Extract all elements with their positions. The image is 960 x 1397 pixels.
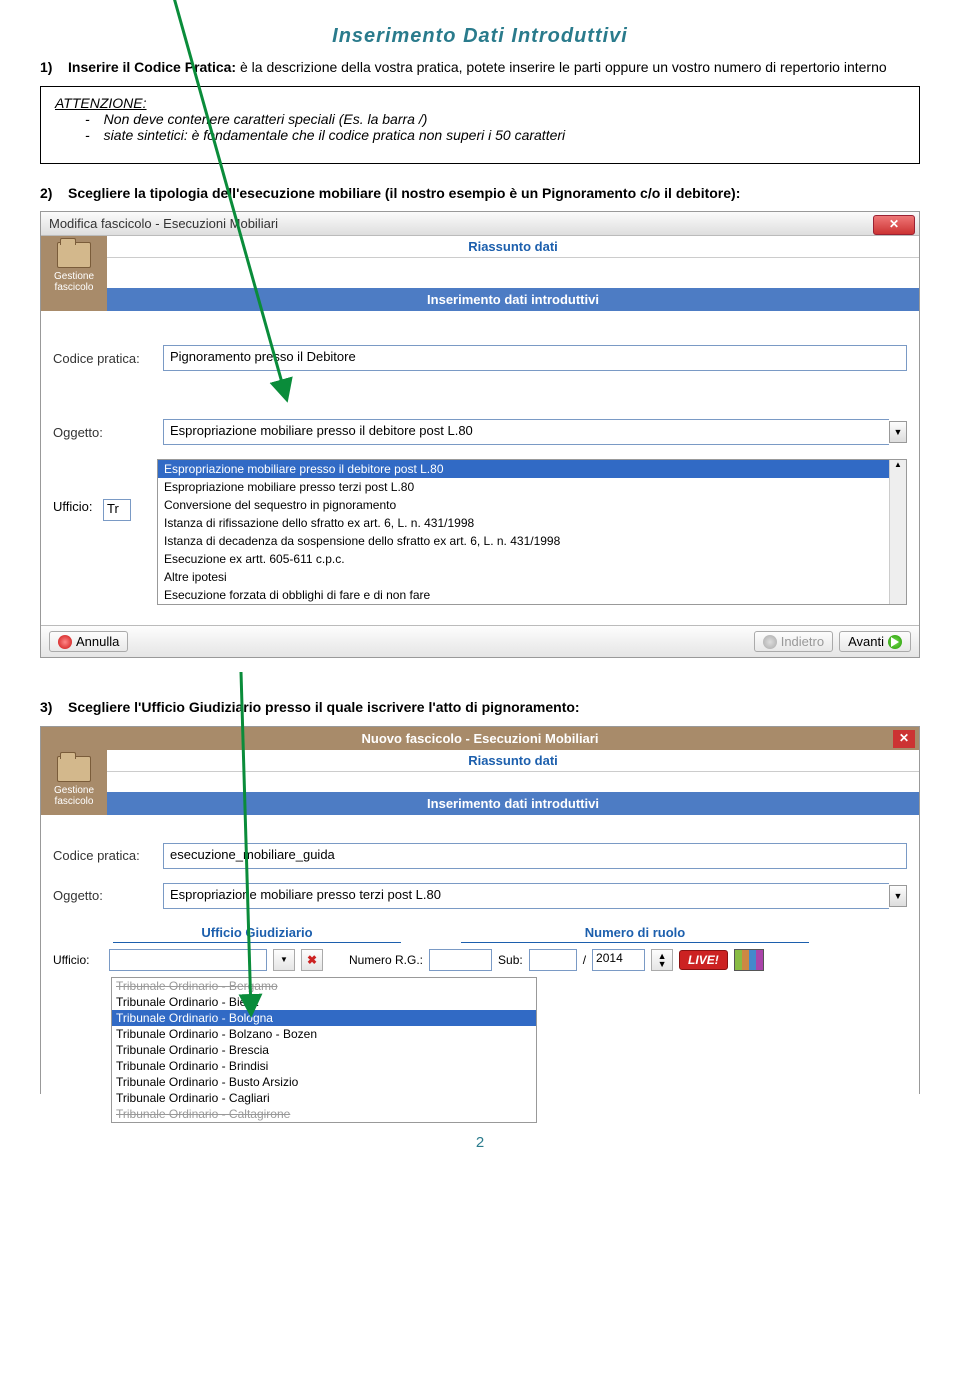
sidebar-label: Gestione fascicolo bbox=[43, 271, 105, 293]
label-ufficio-2: Ufficio: bbox=[53, 953, 103, 967]
input-ufficio-1[interactable]: Tr bbox=[103, 499, 131, 521]
list-item[interactable]: Tribunale Ordinario - Brindisi bbox=[112, 1058, 536, 1074]
step-number-1: 1) bbox=[40, 59, 52, 75]
clear-btn[interactable]: ✖ bbox=[301, 949, 323, 971]
scrollbar[interactable]: ▲ bbox=[889, 460, 906, 604]
folder-icon[interactable] bbox=[57, 242, 91, 268]
label-num-rg: Numero R.G.: bbox=[349, 953, 423, 967]
avanti-label: Avanti bbox=[848, 634, 884, 649]
label-codice-1: Codice pratica: bbox=[53, 351, 163, 366]
dropdown-arrow-icon[interactable]: ▼ bbox=[889, 885, 907, 907]
list-item[interactable]: Tribunale Ordinario - Biella bbox=[112, 994, 536, 1010]
page-number: 2 bbox=[40, 1134, 920, 1151]
back-icon bbox=[763, 635, 777, 649]
attention-bullet-2: siate sintetici: è fondamentale che il c… bbox=[85, 127, 905, 143]
intro-bold: Inserire il Codice Pratica: bbox=[68, 59, 236, 75]
option-selected[interactable]: Espropriazione mobiliare presso il debit… bbox=[158, 460, 906, 478]
col-numero: Numero di ruolo bbox=[461, 923, 809, 943]
sidebar: Gestione fascicolo bbox=[41, 236, 107, 311]
option[interactable]: Espropriazione mobiliare presso terzi po… bbox=[158, 478, 906, 496]
list-item[interactable]: Tribunale Ordinario - Bolzano - Bozen bbox=[112, 1026, 536, 1042]
list-item[interactable]: Tribunale Ordinario - Bergamo bbox=[112, 978, 536, 994]
list-item[interactable]: Tribunale Ordinario - Cagliari bbox=[112, 1090, 536, 1106]
attention-title: ATTENZIONE: bbox=[55, 95, 905, 111]
window-title-text: Modifica fascicolo - Esecuzioni Mobiliar… bbox=[49, 216, 278, 231]
dropdown-oggetto[interactable]: Espropriazione mobiliare presso il debit… bbox=[157, 459, 907, 605]
live-badge[interactable]: LIVE! bbox=[679, 950, 728, 970]
step2-paragraph: 2) Scegliere la tipologia dell'esecuzion… bbox=[40, 184, 920, 204]
input-oggetto-1[interactable]: Espropriazione mobiliare presso il debit… bbox=[163, 419, 889, 445]
input-codice-1[interactable]: Pignoramento presso il Debitore bbox=[163, 345, 907, 371]
step-number-3: 3) bbox=[40, 699, 52, 715]
riassunto-header: Riassunto dati bbox=[107, 750, 919, 772]
attention-bullet-1: Non deve contenere caratteri speciali (E… bbox=[85, 111, 905, 127]
page-title: Inserimento Dati Introduttivi bbox=[40, 25, 920, 48]
window-title-2: Nuovo fascicolo - Esecuzioni Mobiliari ✕ bbox=[41, 727, 919, 750]
input-oggetto-2[interactable]: Espropriazione mobiliare presso terzi po… bbox=[163, 883, 889, 909]
label-sub: Sub: bbox=[498, 953, 523, 967]
option[interactable]: Esecuzione ex artt. 605-611 c.p.c. bbox=[158, 550, 906, 568]
intro-paragraph: 1) Inserire il Codice Pratica: è la desc… bbox=[40, 58, 920, 78]
close-icon[interactable]: ✕ bbox=[893, 730, 915, 748]
annulla-label: Annulla bbox=[76, 634, 119, 649]
blue-header-2: Inserimento dati introduttivi bbox=[107, 792, 919, 815]
slash: / bbox=[583, 953, 586, 967]
step-number-2: 2) bbox=[40, 185, 52, 201]
books-icon[interactable] bbox=[734, 949, 764, 971]
col-ufficio: Ufficio Giudiziario bbox=[113, 923, 401, 943]
option[interactable]: Istanza di decadenza da sospensione dell… bbox=[158, 532, 906, 550]
cancel-icon bbox=[58, 635, 72, 649]
indietro-label: Indietro bbox=[781, 634, 824, 649]
option[interactable]: Altre ipotesi bbox=[158, 568, 906, 586]
dropdown-arrow-icon[interactable]: ▼ bbox=[889, 421, 907, 443]
step3-paragraph: 3) Scegliere l'Ufficio Giudiziario press… bbox=[40, 698, 920, 718]
input-sub[interactable] bbox=[529, 949, 577, 971]
annulla-button[interactable]: Annulla bbox=[49, 631, 128, 652]
input-codice-2[interactable]: esecuzione_mobiliare_guida bbox=[163, 843, 907, 869]
indietro-button[interactable]: Indietro bbox=[754, 631, 833, 652]
label-oggetto-2: Oggetto: bbox=[53, 888, 163, 903]
list-item[interactable]: Tribunale Ordinario - Caltagirone bbox=[112, 1106, 536, 1122]
forward-icon bbox=[888, 635, 902, 649]
intro-text: è la descrizione della vostra pratica, p… bbox=[240, 59, 887, 75]
list-item[interactable]: Tribunale Ordinario - Brescia bbox=[112, 1042, 536, 1058]
step3-text: Scegliere l'Ufficio Giudiziario presso i… bbox=[68, 699, 580, 715]
sidebar: Gestione fascicolo bbox=[41, 750, 107, 815]
close-icon[interactable]: ✕ bbox=[873, 215, 915, 235]
option[interactable]: Esecuzione forzata di obblighi di fare e… bbox=[158, 586, 906, 604]
screenshot-1: Modifica fascicolo - Esecuzioni Mobiliar… bbox=[40, 211, 920, 658]
option[interactable]: Conversione del sequestro in pignorament… bbox=[158, 496, 906, 514]
riassunto-header: Riassunto dati bbox=[107, 236, 919, 258]
input-num-rg[interactable] bbox=[429, 949, 492, 971]
sidebar-label: Gestione fascicolo bbox=[43, 785, 105, 807]
avanti-button[interactable]: Avanti bbox=[839, 631, 911, 652]
label-oggetto-1: Oggetto: bbox=[53, 425, 163, 440]
year-stepper[interactable]: ▲▼ bbox=[651, 949, 673, 971]
input-year[interactable]: 2014 bbox=[592, 949, 645, 971]
step2-text: Scegliere la tipologia dell'esecuzione m… bbox=[68, 185, 740, 201]
screenshot-2: Nuovo fascicolo - Esecuzioni Mobiliari ✕… bbox=[40, 726, 920, 1094]
list-item[interactable]: Tribunale Ordinario - Busto Arsizio bbox=[112, 1074, 536, 1090]
label-codice-2: Codice pratica: bbox=[53, 848, 163, 863]
window-title-1: Modifica fascicolo - Esecuzioni Mobiliar… bbox=[41, 212, 919, 236]
attention-box: ATTENZIONE: Non deve contenere caratteri… bbox=[40, 86, 920, 164]
window-title-text-2: Nuovo fascicolo - Esecuzioni Mobiliari bbox=[362, 731, 599, 746]
list-item-selected[interactable]: Tribunale Ordinario - Bologna bbox=[112, 1010, 536, 1026]
label-ufficio-1: Ufficio: bbox=[53, 459, 103, 605]
option[interactable]: Istanza di rifissazione dello sfratto ex… bbox=[158, 514, 906, 532]
tribunale-list[interactable]: Tribunale Ordinario - Bergamo Tribunale … bbox=[111, 977, 537, 1123]
input-ufficio-2[interactable] bbox=[109, 949, 267, 971]
dropdown-btn[interactable]: ▼ bbox=[273, 949, 295, 971]
blue-header-1: Inserimento dati introduttivi bbox=[107, 288, 919, 311]
folder-icon[interactable] bbox=[57, 756, 91, 782]
